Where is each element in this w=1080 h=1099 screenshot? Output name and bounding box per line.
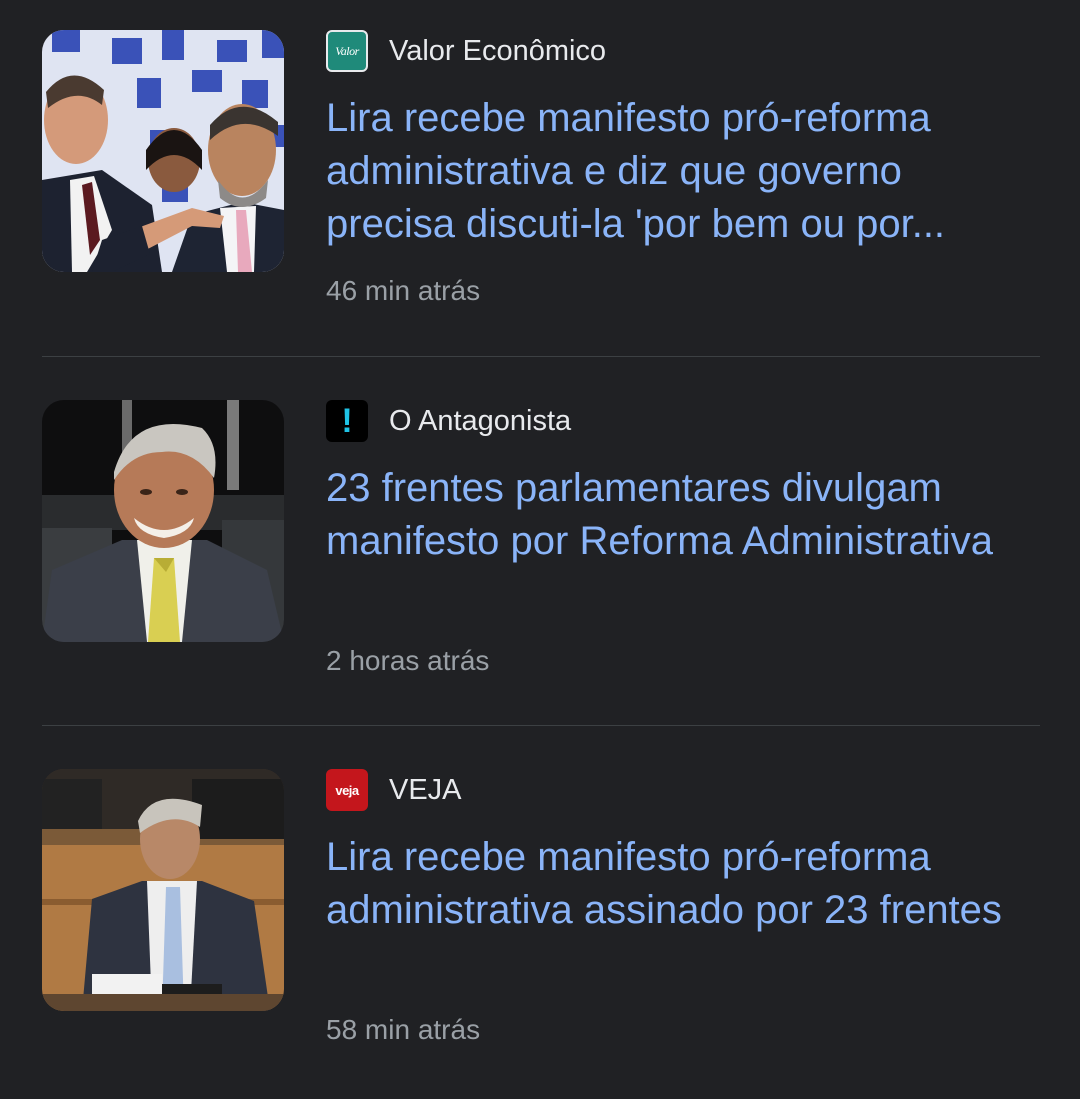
article-thumbnail[interactable] — [42, 769, 284, 1011]
source-row: Valor Valor Econômico — [326, 30, 606, 72]
news-card[interactable]: veja VEJA Lira recebe manifesto pró-refo… — [42, 769, 1040, 1099]
news-card[interactable]: ! O Antagonista 23 frentes parlamentares… — [42, 400, 1040, 730]
logo-mark: ! — [341, 402, 353, 440]
article-thumbnail[interactable] — [42, 400, 284, 642]
thumbnail-photo-image — [42, 769, 284, 1011]
logo-wordmark: veja — [335, 782, 359, 798]
article-timestamp: 58 min atrás — [326, 1014, 481, 1045]
valor-logo-icon: Valor — [326, 30, 368, 72]
article-thumbnail[interactable] — [42, 30, 284, 272]
source-row: veja VEJA — [326, 769, 462, 811]
news-card[interactable]: Valor Valor Econômico Lira recebe manife… — [42, 30, 1040, 360]
thumbnail-photo-image — [42, 30, 284, 272]
source-name: O Antagonista — [389, 404, 572, 437]
logo-wordmark: Valor — [335, 43, 359, 58]
news-feed: Valor Valor Econômico Lira recebe manife… — [0, 0, 1080, 1066]
veja-logo-icon: veja — [326, 769, 368, 811]
source-row: ! O Antagonista — [326, 400, 571, 442]
divider — [42, 725, 1040, 726]
source-name: Valor Econômico — [389, 34, 607, 67]
article-timestamp: 2 horas atrás — [326, 645, 490, 676]
source-name: VEJA — [389, 773, 462, 806]
article-headline[interactable]: 23 frentes parlamentares divulgam manife… — [326, 462, 1026, 568]
article-headline[interactable]: Lira recebe manifesto pró-reforma admini… — [326, 831, 1026, 937]
article-headline[interactable]: Lira recebe manifesto pró-reforma admini… — [326, 92, 1026, 251]
divider — [42, 356, 1040, 357]
article-timestamp: 46 min atrás — [326, 275, 481, 306]
exclamation-logo-icon: ! — [326, 400, 368, 442]
thumbnail-photo-image — [42, 400, 284, 642]
